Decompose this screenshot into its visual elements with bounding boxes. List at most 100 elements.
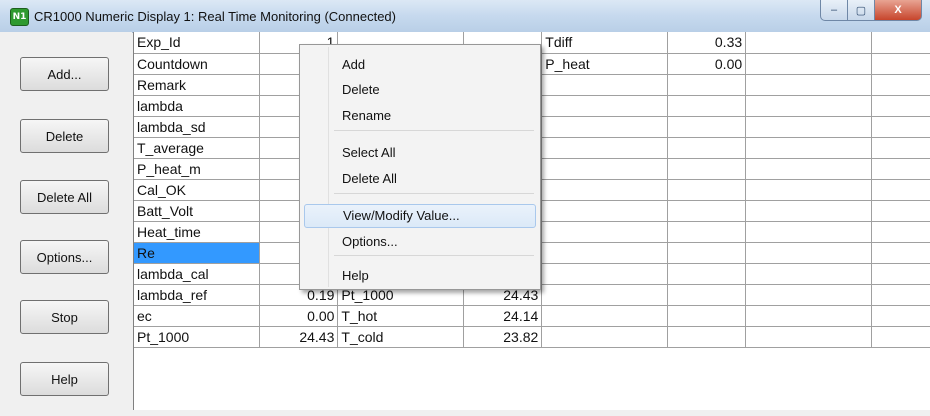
variable-name-cell[interactable]	[745, 137, 872, 159]
variable-value-cell[interactable]	[871, 200, 930, 222]
maximize-button[interactable]: ▢	[848, 0, 875, 21]
close-button[interactable]: X	[875, 0, 922, 21]
menu-item-delete-all[interactable]: Delete All	[304, 167, 536, 191]
variable-value-cell[interactable]	[871, 95, 930, 117]
variable-name-cell[interactable]: Countdown	[134, 53, 261, 75]
variable-name-cell[interactable]: lambda_sd	[134, 116, 261, 138]
variable-value-cell[interactable]	[871, 284, 930, 306]
variable-name-cell[interactable]	[745, 32, 872, 54]
variable-name-cell[interactable]: Cal_OK	[134, 179, 261, 201]
variable-value-cell[interactable]	[667, 284, 747, 306]
variable-name-cell[interactable]	[541, 74, 669, 96]
variable-value-cell[interactable]	[871, 53, 930, 75]
variable-value-cell[interactable]	[871, 158, 930, 180]
variable-name-cell[interactable]	[745, 53, 872, 75]
variable-value-cell[interactable]	[667, 179, 747, 201]
variable-value-cell[interactable]	[667, 200, 747, 222]
delete-button[interactable]: Delete	[20, 119, 109, 153]
variable-value-cell[interactable]: 24.43	[259, 326, 339, 348]
variable-value-cell[interactable]	[667, 326, 747, 348]
variable-name-cell[interactable]	[541, 263, 669, 285]
variable-name-cell[interactable]	[745, 263, 872, 285]
title-bar[interactable]: N1 CR1000 Numeric Display 1: Real Time M…	[0, 0, 930, 33]
variable-name-cell[interactable]	[745, 221, 872, 243]
variable-name-cell[interactable]	[541, 242, 669, 264]
help-button[interactable]: Help	[20, 362, 109, 396]
menu-item-options[interactable]: Options...	[304, 230, 536, 254]
menu-item-view-modify-value[interactable]: View/Modify Value...	[304, 204, 536, 228]
variable-name-cell[interactable]	[541, 95, 669, 117]
variable-name-cell[interactable]: lambda	[134, 95, 261, 117]
variable-name-cell[interactable]	[745, 305, 872, 327]
variable-name-cell[interactable]	[541, 158, 669, 180]
variable-name-cell[interactable]: Exp_Id	[134, 32, 261, 54]
variable-value-cell[interactable]	[871, 242, 930, 264]
variable-name-cell[interactable]: Remark	[134, 74, 261, 96]
variable-name-cell[interactable]	[541, 326, 669, 348]
variable-value-cell[interactable]	[871, 221, 930, 243]
variable-name-cell[interactable]	[541, 137, 669, 159]
variable-name-cell[interactable]	[541, 305, 669, 327]
variable-value-cell[interactable]: 24.14	[463, 305, 543, 327]
variable-name-cell[interactable]: Re	[134, 242, 261, 264]
variable-value-cell[interactable]	[871, 305, 930, 327]
menu-item-select-all[interactable]: Select All	[304, 141, 536, 165]
variable-value-cell[interactable]	[667, 74, 747, 96]
variable-name-cell[interactable]: P_heat_m	[134, 158, 261, 180]
variable-name-cell[interactable]	[745, 200, 872, 222]
variable-name-cell[interactable]: Tdiff	[541, 32, 669, 54]
context-menu: Add Delete Rename Select All Delete All View/…	[299, 44, 541, 290]
variable-name-cell[interactable]	[745, 74, 872, 96]
variable-name-cell[interactable]: Batt_Volt	[134, 200, 261, 222]
variable-name-cell[interactable]: lambda_cal	[134, 263, 261, 285]
variable-value-cell[interactable]: 0.00	[259, 305, 339, 327]
variable-name-cell[interactable]: ec	[134, 305, 261, 327]
variable-name-cell[interactable]: lambda_ref	[134, 284, 261, 306]
variable-name-cell[interactable]: T_average	[134, 137, 261, 159]
variable-name-cell[interactable]: T_cold	[337, 326, 465, 348]
menu-item-add[interactable]: Add	[304, 53, 536, 77]
variable-name-cell[interactable]	[745, 326, 872, 348]
variable-value-cell[interactable]	[667, 263, 747, 285]
options-button[interactable]: Options...	[20, 240, 109, 274]
variable-value-cell[interactable]	[667, 95, 747, 117]
variable-name-cell[interactable]: T_hot	[337, 305, 465, 327]
variable-value-cell[interactable]	[667, 158, 747, 180]
variable-name-cell[interactable]	[541, 200, 669, 222]
add-button[interactable]: Add...	[20, 57, 109, 91]
variable-value-cell[interactable]	[871, 32, 930, 54]
variable-name-cell[interactable]	[745, 116, 872, 138]
variable-name-cell[interactable]	[745, 284, 872, 306]
variable-name-cell[interactable]	[745, 95, 872, 117]
stop-button[interactable]: Stop	[20, 300, 109, 334]
variable-value-cell[interactable]	[871, 179, 930, 201]
variable-name-cell[interactable]	[745, 158, 872, 180]
variable-name-cell[interactable]	[541, 284, 669, 306]
variable-value-cell[interactable]	[667, 305, 747, 327]
variable-name-cell[interactable]	[541, 221, 669, 243]
variable-name-cell[interactable]: Pt_1000	[134, 326, 261, 348]
variable-name-cell[interactable]: P_heat	[541, 53, 669, 75]
variable-value-cell[interactable]: 0.33	[667, 32, 747, 54]
variable-value-cell[interactable]: 0.00	[667, 53, 747, 75]
variable-name-cell[interactable]	[745, 179, 872, 201]
variable-value-cell[interactable]	[871, 326, 930, 348]
minimize-button[interactable]: –	[820, 0, 848, 21]
variable-name-cell[interactable]	[745, 242, 872, 264]
menu-item-help[interactable]: Help	[304, 264, 536, 288]
menu-item-delete[interactable]: Delete	[304, 78, 536, 102]
menu-item-rename[interactable]: Rename	[304, 104, 536, 128]
variable-name-cell[interactable]	[541, 116, 669, 138]
variable-value-cell[interactable]	[871, 263, 930, 285]
variable-name-cell[interactable]	[541, 179, 669, 201]
variable-value-cell[interactable]	[871, 74, 930, 96]
variable-value-cell[interactable]	[871, 116, 930, 138]
variable-value-cell[interactable]	[667, 221, 747, 243]
variable-value-cell[interactable]	[871, 137, 930, 159]
variable-value-cell[interactable]	[667, 242, 747, 264]
variable-value-cell[interactable]	[667, 116, 747, 138]
variable-name-cell[interactable]: Heat_time	[134, 221, 261, 243]
delete-all-button[interactable]: Delete All	[20, 180, 109, 214]
variable-value-cell[interactable]: 23.82	[463, 326, 543, 348]
variable-value-cell[interactable]	[667, 137, 747, 159]
